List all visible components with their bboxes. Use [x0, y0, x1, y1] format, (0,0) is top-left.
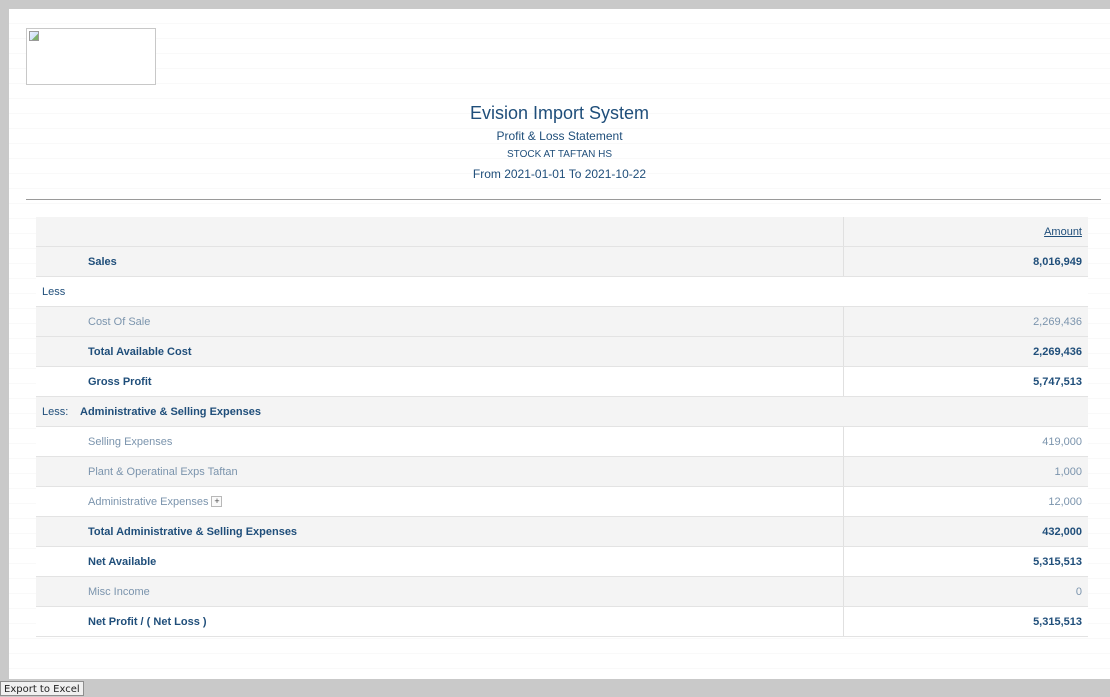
total-admin-selling-label: Total Administrative & Selling Expenses — [36, 516, 844, 547]
table-row: Gross Profit 5,747,513 — [36, 366, 1088, 397]
expenses-section-prefix: Less: — [42, 405, 69, 418]
table-row: Net Profit / ( Net Loss ) 5,315,513 — [36, 606, 1088, 637]
report-header: Evision Import System Profit & Loss Stat… — [9, 101, 1110, 183]
export-to-excel-button[interactable]: Export to Excel — [0, 681, 84, 696]
table-row: Selling Expenses 419,000 — [36, 426, 1088, 457]
expenses-section-label: Administrative & Selling Expenses — [80, 405, 261, 418]
report-frame: Evision Import System Profit & Loss Stat… — [9, 9, 1110, 679]
sales-label: Sales — [36, 246, 844, 277]
gross-profit-label: Gross Profit — [36, 366, 844, 397]
company-logo — [26, 28, 156, 85]
app-title: Evision Import System — [469, 103, 650, 123]
header-divider — [26, 199, 1101, 200]
total-available-cost-amount: 2,269,436 — [843, 336, 1088, 367]
amount-header-label[interactable]: Amount — [1044, 226, 1082, 238]
table-row: Administrative Expenses + 12,000 — [36, 486, 1088, 517]
misc-income-amount: 0 — [843, 576, 1088, 607]
expand-plus-icon[interactable]: + — [211, 496, 223, 508]
less-label: Less — [36, 276, 1088, 307]
plant-expenses-label: Plant & Operatinal Exps Taftan — [36, 456, 844, 487]
table-header-blank — [36, 217, 844, 247]
net-available-label: Net Available — [36, 546, 844, 577]
gross-profit-amount: 5,747,513 — [843, 366, 1088, 397]
admin-expenses-cell: Administrative Expenses + — [36, 486, 844, 517]
report-title: Profit & Loss Statement — [496, 129, 623, 143]
table-row: Net Available 5,315,513 — [36, 546, 1088, 577]
admin-expenses-amount: 12,000 — [843, 486, 1088, 517]
table-row: Plant & Operatinal Exps Taftan 1,000 — [36, 456, 1088, 487]
table-row: Total Available Cost 2,269,436 — [36, 336, 1088, 367]
sales-amount: 8,016,949 — [843, 246, 1088, 277]
broken-image-icon — [29, 31, 39, 41]
profit-loss-table: Amount Sales 8,016,949 Less Cost Of Sale… — [36, 217, 1088, 637]
table-row: Less: Administrative & Selling Expenses — [36, 396, 1088, 427]
table-row: Total Administrative & Selling Expenses … — [36, 516, 1088, 547]
admin-expenses-label: Administrative Expenses — [88, 495, 209, 508]
selling-expenses-amount: 419,000 — [843, 426, 1088, 457]
cost-of-sale-amount: 2,269,436 — [843, 306, 1088, 337]
plant-expenses-amount: 1,000 — [843, 456, 1088, 487]
table-header-row: Amount — [36, 217, 1088, 247]
cost-of-sale-label: Cost Of Sale — [36, 306, 844, 337]
report-date-range: From 2021-01-01 To 2021-10-22 — [472, 167, 647, 181]
amount-column-header: Amount — [843, 217, 1088, 247]
net-profit-label: Net Profit / ( Net Loss ) — [36, 606, 844, 637]
total-available-cost-label: Total Available Cost — [36, 336, 844, 367]
total-admin-selling-amount: 432,000 — [843, 516, 1088, 547]
misc-income-label: Misc Income — [36, 576, 844, 607]
selling-expenses-label: Selling Expenses — [36, 426, 844, 457]
table-row: Misc Income 0 — [36, 576, 1088, 607]
table-row: Cost Of Sale 2,269,436 — [36, 306, 1088, 337]
net-available-amount: 5,315,513 — [843, 546, 1088, 577]
expenses-section-heading: Less: Administrative & Selling Expenses — [36, 396, 1088, 427]
table-row: Less — [36, 276, 1088, 307]
net-profit-amount: 5,315,513 — [843, 606, 1088, 637]
report-location: STOCK AT TAFTAN HS — [506, 149, 613, 160]
table-row: Sales 8,016,949 — [36, 246, 1088, 277]
